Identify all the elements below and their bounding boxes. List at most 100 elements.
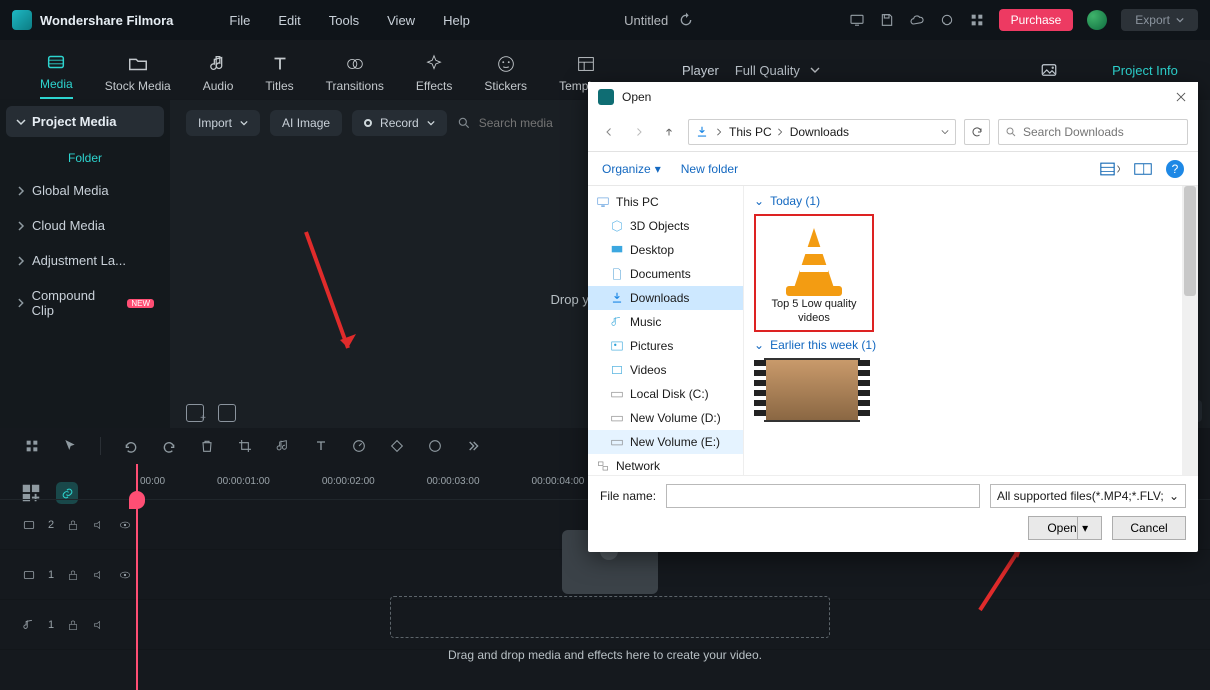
- file-type-select[interactable]: All supported files(*.MP4;*.FLV;⌄: [990, 484, 1186, 508]
- nav-back-button[interactable]: [598, 121, 620, 143]
- folder-label[interactable]: Folder: [6, 141, 164, 175]
- lock-icon[interactable]: [66, 568, 80, 582]
- lock-icon[interactable]: [66, 618, 80, 632]
- cursor-icon[interactable]: [62, 438, 78, 454]
- tablet-icon[interactable]: [849, 12, 865, 28]
- tree-desktop[interactable]: Desktop: [588, 238, 743, 262]
- open-dropdown[interactable]: ▾: [1077, 517, 1093, 539]
- help-icon[interactable]: ?: [1166, 160, 1184, 178]
- nav-up-button[interactable]: [658, 121, 680, 143]
- tree-videos[interactable]: Videos: [588, 358, 743, 382]
- keyframe-icon[interactable]: [389, 438, 405, 454]
- folder-tree[interactable]: This PC 3D Objects Desktop Documents Dow…: [588, 186, 744, 475]
- open-button[interactable]: Open▾: [1028, 516, 1102, 540]
- dialog-search-input[interactable]: [1023, 125, 1181, 139]
- mute-icon[interactable]: [92, 568, 106, 582]
- tree-local-disk-c[interactable]: Local Disk (C:): [588, 382, 743, 406]
- quality-select[interactable]: Full Quality: [735, 63, 820, 78]
- group-earlier[interactable]: ⌄Earlier this week (1): [754, 338, 1188, 352]
- tree-3d-objects[interactable]: 3D Objects: [588, 214, 743, 238]
- audio-edit-icon[interactable]: [275, 438, 291, 454]
- redo-icon[interactable]: [161, 438, 177, 454]
- preview-pane-icon[interactable]: [1134, 162, 1152, 176]
- nav-forward-button[interactable]: [628, 121, 650, 143]
- import-button[interactable]: Import: [186, 110, 260, 136]
- refresh-button[interactable]: [964, 119, 990, 145]
- dialog-titlebar[interactable]: Open: [588, 82, 1198, 112]
- mute-icon[interactable]: [92, 518, 106, 532]
- document-title[interactable]: Untitled: [624, 12, 694, 28]
- music-note-icon: [207, 53, 229, 75]
- file-name-input[interactable]: [666, 484, 980, 508]
- timeline-drop-outline[interactable]: [390, 596, 830, 638]
- tab-effects[interactable]: Effects: [416, 53, 452, 99]
- tab-media[interactable]: Media: [40, 51, 73, 99]
- group-today[interactable]: ⌄Today (1): [754, 194, 1188, 208]
- tab-stock-media[interactable]: Stock Media: [105, 53, 171, 99]
- tab-transitions[interactable]: Transitions: [326, 53, 384, 99]
- menu-help[interactable]: Help: [443, 13, 470, 28]
- media-search-input[interactable]: [479, 116, 589, 130]
- chevron-down-icon[interactable]: [941, 128, 949, 136]
- file-scrollbar[interactable]: [1182, 186, 1198, 475]
- sidebar-cloud-media[interactable]: Cloud Media: [6, 210, 164, 241]
- snapshot-icon[interactable]: [1040, 61, 1058, 79]
- delete-icon[interactable]: [199, 438, 215, 454]
- tree-network[interactable]: Network: [588, 454, 743, 475]
- tree-this-pc[interactable]: This PC: [588, 190, 743, 214]
- view-options-icon[interactable]: [1100, 162, 1120, 176]
- sync-icon: [678, 12, 694, 28]
- sidebar-project-media[interactable]: Project Media: [6, 106, 164, 137]
- color-icon[interactable]: [427, 438, 443, 454]
- new-bin-icon[interactable]: +: [186, 404, 204, 422]
- file-item-selected[interactable]: Top 5 Low quality videos: [754, 214, 874, 332]
- breadcrumb-this-pc[interactable]: This PC: [729, 125, 784, 139]
- save-icon[interactable]: [879, 12, 895, 28]
- tree-downloads[interactable]: Downloads: [588, 286, 743, 310]
- file-list[interactable]: ⌄Today (1) Top 5 Low quality videos ⌄Ear…: [744, 186, 1198, 475]
- media-search[interactable]: [457, 116, 589, 130]
- more-icon[interactable]: [465, 438, 481, 454]
- tab-stickers[interactable]: Stickers: [484, 53, 527, 99]
- text-tool-icon[interactable]: [313, 438, 329, 454]
- breadcrumb-bar[interactable]: This PC Downloads: [688, 119, 956, 145]
- apps-icon[interactable]: [969, 12, 985, 28]
- visibility-icon[interactable]: [118, 568, 132, 582]
- tree-pictures[interactable]: Pictures: [588, 334, 743, 358]
- cloud-icon[interactable]: [909, 12, 925, 28]
- speed-icon[interactable]: [351, 438, 367, 454]
- avatar[interactable]: [1087, 10, 1107, 30]
- crop-icon[interactable]: [237, 438, 253, 454]
- file-item[interactable]: [764, 358, 860, 422]
- cancel-button[interactable]: Cancel: [1112, 516, 1186, 540]
- sidebar-compound-clip[interactable]: Compound ClipNEW: [6, 280, 164, 326]
- export-button[interactable]: Export: [1121, 9, 1198, 31]
- menu-view[interactable]: View: [387, 13, 415, 28]
- tree-music[interactable]: Music: [588, 310, 743, 334]
- new-folder-button[interactable]: New folder: [681, 162, 738, 176]
- mute-icon[interactable]: [92, 618, 106, 632]
- sidebar-global-media[interactable]: Global Media: [6, 175, 164, 206]
- record-button[interactable]: Record: [352, 110, 447, 136]
- close-icon[interactable]: [1174, 90, 1188, 104]
- tree-volume-d[interactable]: New Volume (D:): [588, 406, 743, 430]
- ai-image-button[interactable]: AI Image: [270, 110, 342, 136]
- grid-icon[interactable]: [24, 438, 40, 454]
- tree-documents[interactable]: Documents: [588, 262, 743, 286]
- tab-titles[interactable]: Titles: [265, 53, 293, 99]
- bin-icon[interactable]: [218, 404, 236, 422]
- dialog-search[interactable]: [998, 119, 1188, 145]
- menu-file[interactable]: File: [229, 13, 250, 28]
- tab-audio[interactable]: Audio: [203, 53, 234, 99]
- breadcrumb-downloads[interactable]: Downloads: [790, 125, 849, 139]
- menu-tools[interactable]: Tools: [329, 13, 359, 28]
- visibility-icon[interactable]: [118, 518, 132, 532]
- tree-volume-e[interactable]: New Volume (E:): [588, 430, 743, 454]
- purchase-button[interactable]: Purchase: [999, 9, 1074, 31]
- organize-menu[interactable]: Organize ▾: [602, 162, 661, 176]
- menu-edit[interactable]: Edit: [278, 13, 300, 28]
- lock-icon[interactable]: [66, 518, 80, 532]
- support-icon[interactable]: [939, 12, 955, 28]
- sidebar-adjustment-layer[interactable]: Adjustment La...: [6, 245, 164, 276]
- undo-icon[interactable]: [123, 438, 139, 454]
